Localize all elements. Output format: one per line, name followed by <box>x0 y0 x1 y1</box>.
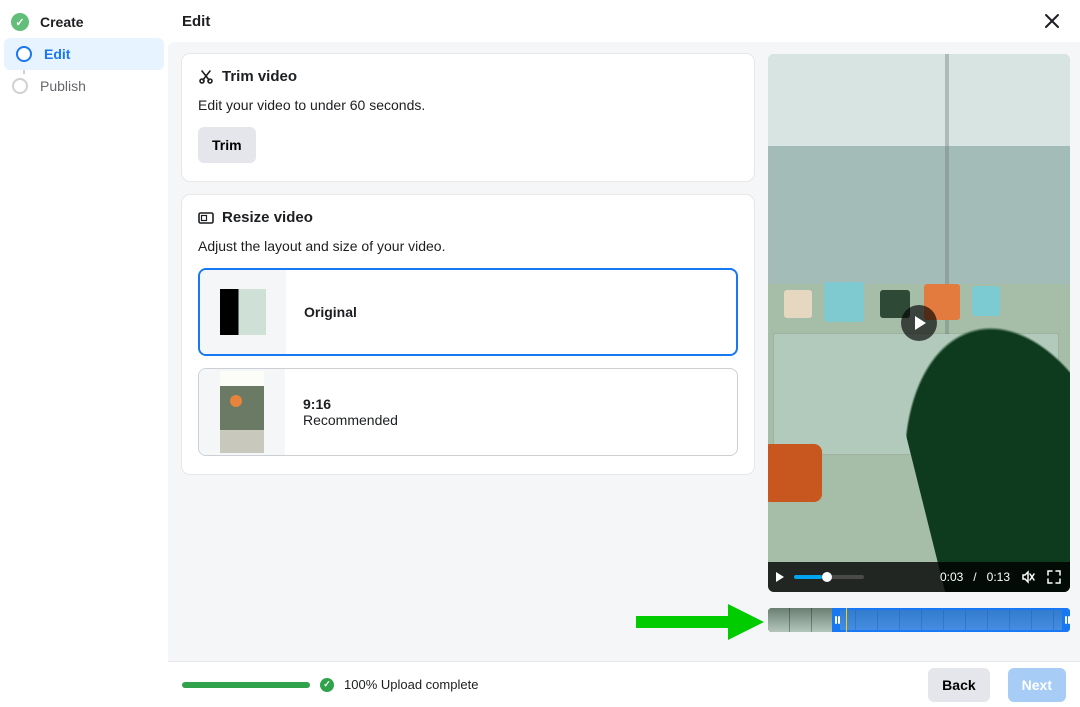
time-total: 0:13 <box>987 570 1010 584</box>
resize-card: Resize video Adjust the layout and size … <box>182 195 754 474</box>
step-create[interactable]: ✓ Create <box>0 6 168 38</box>
back-button[interactable]: Back <box>928 668 989 702</box>
trim-desc: Edit your video to under 60 seconds. <box>198 97 738 113</box>
header: Edit <box>168 0 1080 42</box>
option-label: Original <box>304 304 357 320</box>
steps-sidebar: ✓ Create Edit Publish <box>0 0 168 707</box>
trim-title: Trim video <box>222 68 297 85</box>
footer: ✓ 100% Upload complete Back Next <box>168 661 1080 707</box>
timeline-strip[interactable] <box>768 608 1070 632</box>
resize-icon <box>198 210 214 226</box>
play-icon[interactable] <box>901 305 937 341</box>
close-icon <box>1044 13 1060 29</box>
trim-button[interactable]: Trim <box>198 127 256 163</box>
time-sep: / <box>973 570 976 584</box>
page-title: Edit <box>182 13 210 30</box>
mute-icon[interactable] <box>1020 569 1036 585</box>
close-button[interactable] <box>1036 5 1068 37</box>
step-label: Create <box>40 14 84 30</box>
resize-option-original[interactable]: Original <box>198 268 738 356</box>
trim-icon <box>198 69 214 85</box>
upload-progress-bar <box>182 682 310 688</box>
option-label: 9:16 <box>303 396 398 412</box>
trim-handle-left[interactable] <box>832 608 840 632</box>
thumb-original <box>200 270 286 354</box>
trim-handle-right[interactable] <box>1062 608 1070 632</box>
resize-desc: Adjust the layout and size of your video… <box>198 238 738 254</box>
upload-status: 100% Upload complete <box>344 677 478 692</box>
resize-title: Resize video <box>222 209 313 226</box>
option-sublabel: Recommended <box>303 412 398 428</box>
resize-option-916[interactable]: 9:16 Recommended <box>198 368 738 456</box>
check-icon: ✓ <box>10 12 30 32</box>
step-edit[interactable]: Edit <box>4 38 164 70</box>
ring-icon <box>14 44 34 64</box>
step-publish[interactable]: Publish <box>0 70 168 102</box>
step-label: Edit <box>44 46 70 62</box>
next-button[interactable]: Next <box>1008 668 1066 702</box>
check-icon: ✓ <box>320 678 334 692</box>
control-play-icon[interactable] <box>776 572 784 582</box>
timeline-selection <box>832 608 1070 632</box>
video-controls: 0:03 / 0:13 <box>768 562 1070 592</box>
step-label: Publish <box>40 78 86 94</box>
ring-icon <box>10 76 30 96</box>
playhead[interactable] <box>846 608 847 632</box>
video-preview[interactable]: 0:03 / 0:13 <box>768 54 1070 592</box>
fullscreen-icon[interactable] <box>1046 569 1062 585</box>
thumb-916 <box>199 369 285 455</box>
trim-card: Trim video Edit your video to under 60 s… <box>182 54 754 181</box>
time-current: 0:03 <box>940 570 963 584</box>
scrubber[interactable] <box>794 575 864 579</box>
